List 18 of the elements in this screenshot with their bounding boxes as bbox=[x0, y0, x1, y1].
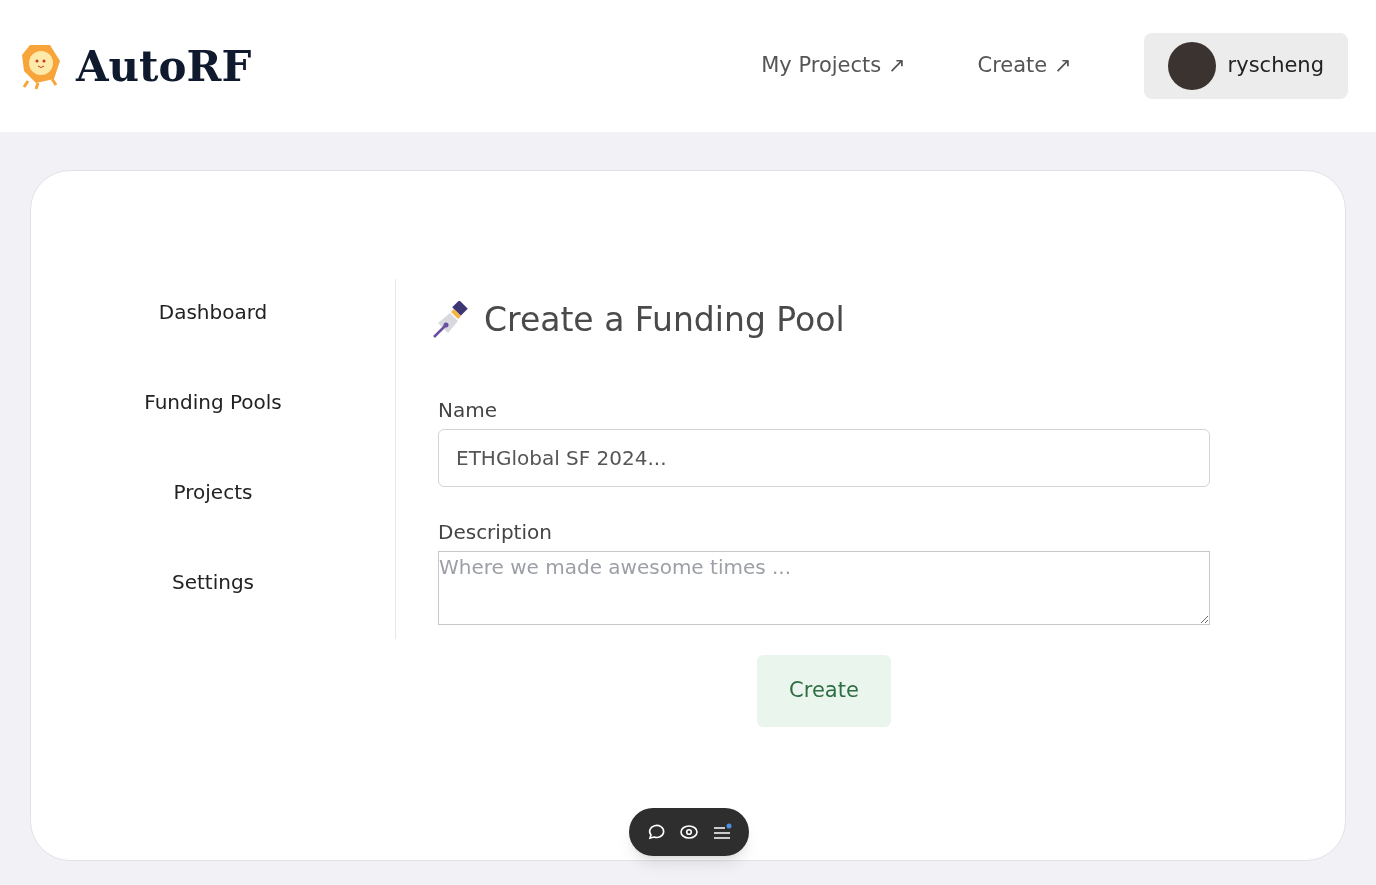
eye-icon[interactable] bbox=[679, 822, 699, 842]
sidebar-item[interactable]: Projects bbox=[173, 459, 253, 549]
logo-text: AutoRF bbox=[76, 40, 252, 93]
description-field[interactable]: Where we made awesome times ... bbox=[438, 550, 1210, 625]
sidebar-item[interactable]: Funding Pools bbox=[144, 369, 282, 459]
field-label: Description bbox=[438, 518, 553, 546]
nav-link[interactable]: Create ↗ bbox=[977, 50, 1072, 82]
field-label: Name bbox=[438, 396, 498, 424]
menu-icon[interactable] bbox=[712, 822, 733, 842]
avatar-icon bbox=[1167, 42, 1216, 90]
fountain-pen-icon bbox=[432, 300, 470, 339]
name-field[interactable]: ETHGlobal SF 2024... bbox=[438, 428, 1210, 487]
page-title: Create a Funding Pool bbox=[484, 299, 845, 341]
create-button[interactable]: Create bbox=[757, 654, 891, 727]
nav-link[interactable]: My Projects ↗ bbox=[761, 50, 906, 82]
user-menu-button[interactable]: ryscheng bbox=[1143, 33, 1348, 99]
sidebar-item[interactable]: Settings bbox=[172, 549, 254, 639]
sidebar-item[interactable]: Dashboard bbox=[158, 279, 268, 369]
